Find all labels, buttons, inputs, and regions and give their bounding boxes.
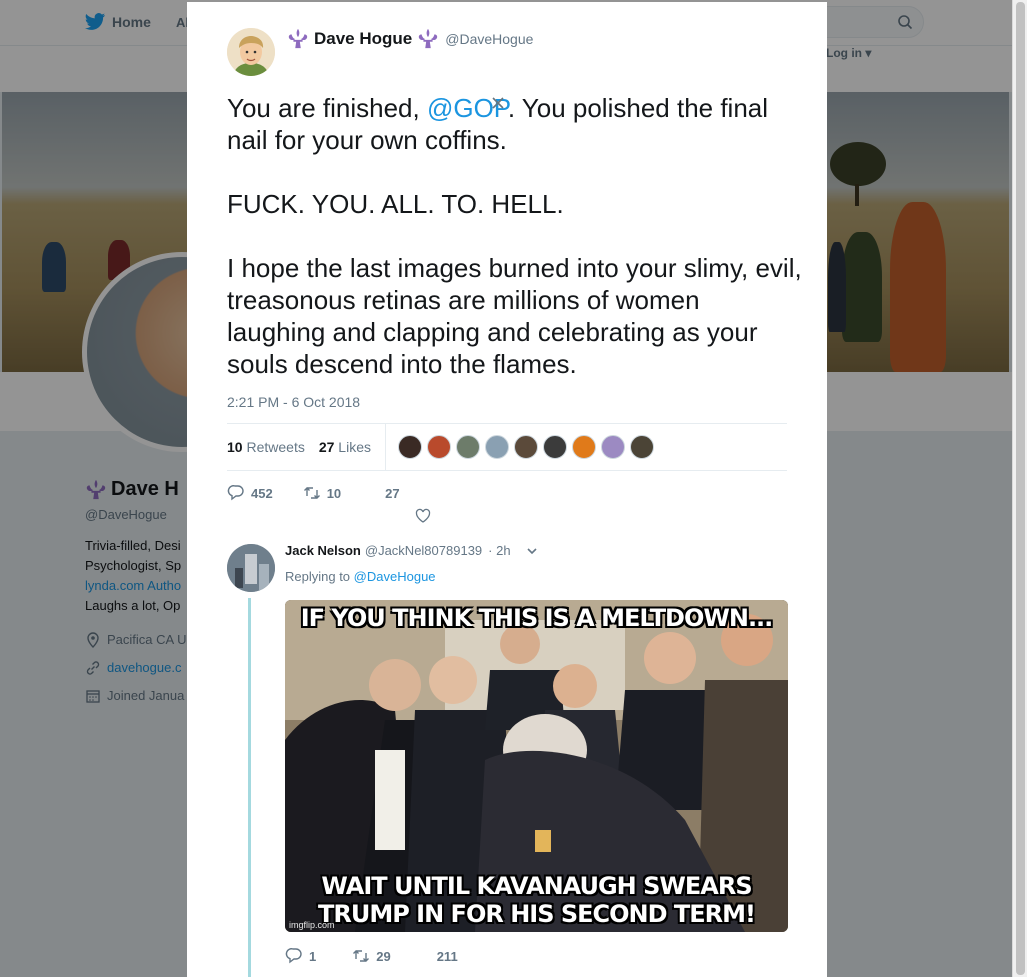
reply-avatar-image xyxy=(227,544,275,592)
tweet-stats: 10 Retweets 27 Likes xyxy=(227,423,787,471)
liker-avatar[interactable] xyxy=(571,435,596,459)
thread-line xyxy=(248,598,251,977)
retweet-button[interactable]: 10 xyxy=(303,484,341,502)
likes-stat[interactable]: 27 Likes xyxy=(319,439,371,455)
fleur-de-lis-icon xyxy=(419,28,438,49)
meme-bottom-text-2: TRUMP IN FOR HIS SECOND TERM! xyxy=(318,900,756,928)
retweet-icon xyxy=(303,487,320,499)
tweet-text-part: You are finished, xyxy=(227,93,427,123)
liker-avatar[interactable] xyxy=(629,435,654,459)
page-scrollbar[interactable] xyxy=(1012,0,1027,977)
likes-count: 27 xyxy=(318,439,335,455)
meme-watermark: imgflip.com xyxy=(289,920,335,930)
liker-avatars xyxy=(397,435,654,459)
reply-attached-image[interactable]: IF YOU THINK THIS IS A MELTDOWN... WAIT … xyxy=(285,600,788,932)
author-screen-name: @DaveHogue xyxy=(445,31,534,47)
stats-divider xyxy=(384,423,386,471)
fleur-de-lis-icon xyxy=(288,28,308,49)
chevron-down-icon[interactable] xyxy=(525,544,539,558)
like-button[interactable]: 27 xyxy=(385,486,399,501)
tweet-timestamp[interactable]: 2:21 PM - 6 Oct 2018 xyxy=(227,394,360,410)
tweet-actions: 452 10 27 xyxy=(227,484,430,502)
replying-to-link[interactable]: @DaveHogue xyxy=(354,569,436,584)
heart-icon[interactable] xyxy=(415,508,431,524)
reply-reply-button[interactable]: 1 xyxy=(285,947,316,965)
reply-author-avatar[interactable] xyxy=(227,544,275,592)
reply-actions: 1 29 211 xyxy=(285,947,494,965)
author-display-name: Dave Hogue xyxy=(314,29,413,48)
liker-avatar[interactable] xyxy=(484,435,509,459)
reply-reply-count: 1 xyxy=(309,948,317,964)
close-icon[interactable] xyxy=(490,95,506,111)
reply-like-count: 211 xyxy=(436,948,458,964)
liker-avatar[interactable] xyxy=(513,435,538,459)
reply-time[interactable]: · 2h xyxy=(488,543,510,558)
scrollbar-thumb[interactable] xyxy=(1016,2,1025,975)
likes-label: Likes xyxy=(338,439,371,455)
retweets-stat[interactable]: 10 Retweets xyxy=(227,439,305,455)
reply-button[interactable]: 452 xyxy=(227,484,273,502)
reply-author-handle[interactable]: @JackNel80789139 xyxy=(365,543,482,558)
reply-retweet-button[interactable]: 29 xyxy=(352,947,391,965)
retweets-count: 10 xyxy=(227,439,243,455)
author-avatar-illustration xyxy=(227,28,275,76)
reply-icon xyxy=(285,948,302,964)
replying-to: Replying to @DaveHogue xyxy=(285,569,436,584)
author-names[interactable]: Dave Hogue @DaveHogue xyxy=(287,28,533,50)
author-avatar[interactable] xyxy=(227,28,275,76)
tweet-modal: Dave Hogue @DaveHogue You are finished, … xyxy=(187,2,827,977)
tweet-paragraph-3: I hope the last images burned into your … xyxy=(227,253,802,379)
liker-avatar[interactable] xyxy=(426,435,451,459)
reply-retweet-count: 29 xyxy=(376,948,391,964)
liker-avatar[interactable] xyxy=(397,435,422,459)
retweets-label: Retweets xyxy=(246,439,305,455)
meme-bottom-text-1: WAIT UNTIL KAVANAUGH SWEARS xyxy=(321,872,752,900)
reply-author-name[interactable]: Jack Nelson xyxy=(285,543,361,558)
like-count: 27 xyxy=(385,485,400,501)
liker-avatar[interactable] xyxy=(600,435,625,459)
tweet-paragraph-1: You are finished, @GOP. You polished the… xyxy=(227,92,802,156)
reply-header: Jack Nelson @JackNel80789139 · 2h xyxy=(285,543,539,558)
reply-icon xyxy=(227,485,244,501)
tweet-paragraph-2: FUCK. YOU. ALL. TO. HELL. xyxy=(227,189,564,219)
retweet-count: 10 xyxy=(326,485,342,501)
tweet-text: You are finished, @GOP. You polished the… xyxy=(227,92,802,380)
tweet-header: Dave Hogue @DaveHogue xyxy=(227,28,533,76)
reply-count: 452 xyxy=(251,485,273,501)
retweet-icon xyxy=(353,950,370,962)
reply-like-button[interactable]: 211 xyxy=(437,949,458,964)
meme-top-text: IF YOU THINK THIS IS A MELTDOWN... xyxy=(300,604,774,632)
liker-avatar[interactable] xyxy=(542,435,567,459)
liker-avatar[interactable] xyxy=(455,435,480,459)
replying-to-label: Replying to xyxy=(285,569,351,584)
